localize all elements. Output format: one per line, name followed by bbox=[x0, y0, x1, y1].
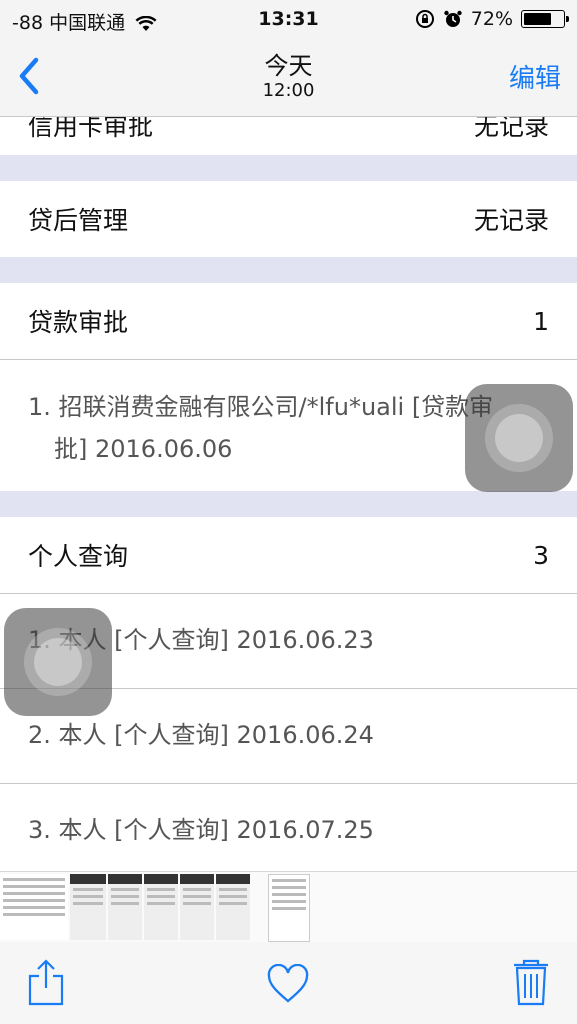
page-title: 今天 bbox=[264, 52, 313, 80]
battery-icon bbox=[521, 10, 569, 28]
section-value: 无记录 bbox=[473, 117, 549, 141]
thumbnail-image[interactable] bbox=[0, 874, 68, 940]
rotation-lock-icon bbox=[415, 10, 434, 28]
share-icon[interactable] bbox=[26, 958, 66, 1008]
section-title: 贷后管理 bbox=[28, 206, 129, 235]
section-value: 1 bbox=[533, 306, 549, 336]
section-gap bbox=[0, 257, 577, 283]
top-bar: -88 中国联通 13:31 72% 今天 12:00 编辑 bbox=[0, 0, 577, 117]
list-item[interactable]: 3. 本人 [个人查询] 2016.07.25 bbox=[0, 783, 577, 871]
thumbnail-image[interactable] bbox=[180, 874, 214, 940]
section-credit-card-approval: 信用卡审批 无记录 bbox=[0, 117, 577, 155]
bottom-toolbar bbox=[0, 942, 577, 1024]
section-personal-query: 个人查询 3 bbox=[0, 517, 577, 593]
assistive-touch-button[interactable] bbox=[4, 608, 112, 716]
section-gap bbox=[0, 155, 577, 181]
status-right: 72% bbox=[415, 8, 569, 30]
section-value: 3 bbox=[533, 540, 549, 570]
thumbnail-image[interactable] bbox=[144, 874, 178, 940]
edit-button[interactable]: 编辑 bbox=[509, 58, 561, 95]
trash-icon[interactable] bbox=[512, 958, 550, 1008]
battery-percent: 72% bbox=[470, 8, 513, 30]
section-title: 信用卡审批 bbox=[28, 117, 154, 141]
thumbnail-image[interactable] bbox=[70, 874, 106, 940]
thumbnail-image[interactable] bbox=[216, 874, 250, 940]
section-title: 个人查询 bbox=[28, 542, 129, 571]
assistive-touch-button[interactable] bbox=[465, 384, 573, 492]
section-value: 无记录 bbox=[473, 206, 549, 235]
thumbnail-image-current[interactable] bbox=[268, 874, 310, 942]
page-subtitle: 12:00 bbox=[262, 80, 315, 101]
alarm-icon bbox=[444, 10, 462, 27]
heart-icon[interactable] bbox=[266, 964, 310, 1004]
section-title: 贷款审批 bbox=[28, 308, 129, 337]
thumbnail-image[interactable] bbox=[108, 874, 142, 940]
thumbnail-strip[interactable] bbox=[0, 871, 577, 943]
status-bar: -88 中国联通 13:31 72% bbox=[0, 0, 577, 38]
section-loan-approval: 贷款审批 1 bbox=[0, 283, 577, 359]
section-post-loan: 贷后管理 无记录 bbox=[0, 181, 577, 257]
battery-fill bbox=[524, 13, 551, 25]
report-content: 信用卡审批 无记录 贷后管理 无记录 贷款审批 1 1. 招联消费金融有限公司/… bbox=[0, 117, 577, 871]
section-gap bbox=[0, 491, 577, 517]
